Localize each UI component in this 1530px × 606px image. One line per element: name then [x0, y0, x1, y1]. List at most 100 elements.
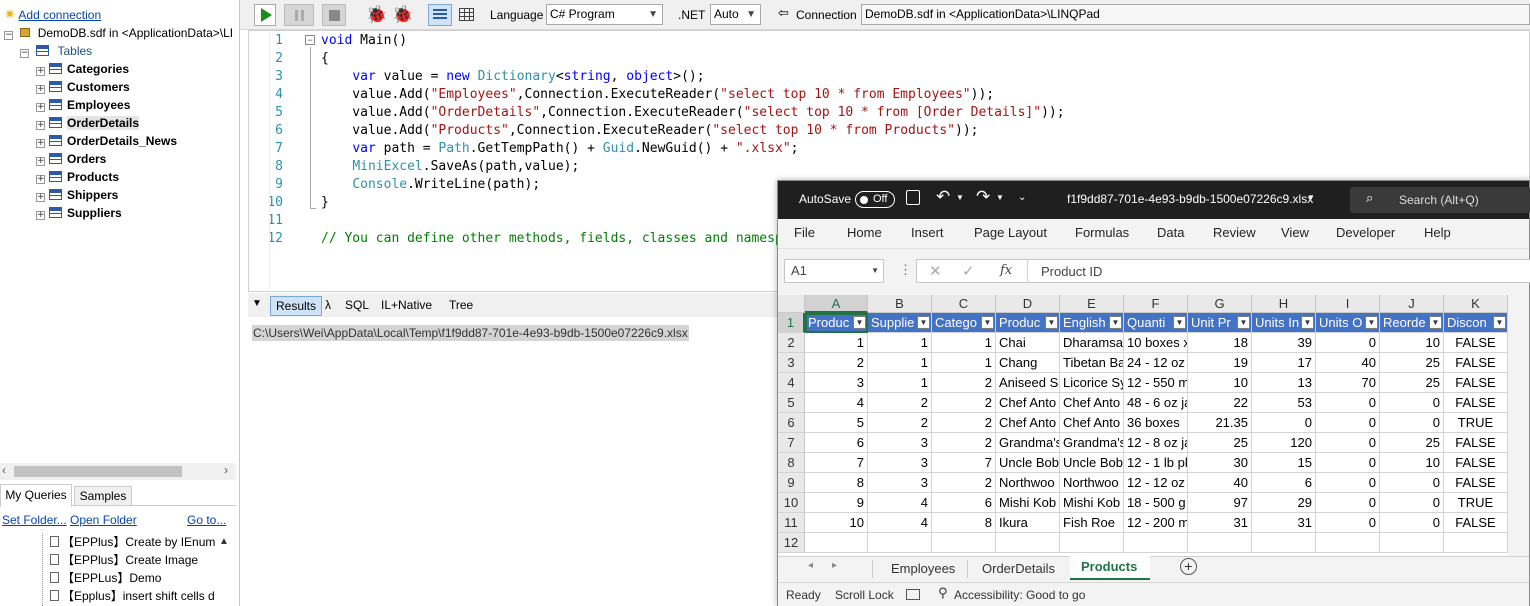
table-cell[interactable]: 0 — [1380, 493, 1444, 513]
table-cell[interactable]: 48 - 6 oz ja — [1124, 393, 1188, 413]
collapse-results-icon[interactable]: ▼ — [252, 298, 262, 309]
table-cell[interactable]: 2 — [932, 413, 996, 433]
header-cell[interactable]: Produc ▼ — [996, 313, 1060, 333]
table-cell[interactable]: 0 — [1316, 433, 1380, 453]
filter-dropdown-icon[interactable]: ▼ — [1173, 316, 1186, 329]
table-cell[interactable]: Northwoo — [996, 473, 1060, 493]
scroll-up-icon[interactable]: ▲ — [219, 536, 229, 547]
fold-toggle-icon[interactable]: − — [305, 35, 315, 45]
row-header[interactable]: 1 — [778, 313, 805, 333]
set-folder-link[interactable]: Set Folder... — [2, 513, 67, 527]
table-cell[interactable]: 25 — [1380, 433, 1444, 453]
scroll-right-icon[interactable]: › — [224, 463, 228, 477]
pause-button[interactable] — [284, 4, 314, 26]
net-select[interactable]: Auto ▼ — [710, 4, 761, 25]
table-cell[interactable]: 12 - 550 m — [1124, 373, 1188, 393]
table-cell[interactable]: Ikura — [996, 513, 1060, 533]
customize-toolbar-icon[interactable]: ⌄ — [1018, 192, 1026, 203]
more-options-icon[interactable]: ⋮ — [899, 262, 912, 278]
empty-cell[interactable] — [1060, 533, 1124, 553]
redo-icon[interactable]: ↷ — [976, 187, 990, 207]
table-cell[interactable]: FALSE — [1444, 353, 1508, 373]
filter-dropdown-icon[interactable]: ▼ — [853, 316, 866, 329]
query-item[interactable]: 【EPPLus】Demo — [50, 569, 215, 587]
filter-dropdown-icon[interactable]: ▼ — [1301, 316, 1314, 329]
table-cell[interactable]: Licorice Sy — [1060, 373, 1124, 393]
row-header[interactable]: 8 — [778, 453, 805, 473]
table-cell[interactable]: 31 — [1188, 513, 1252, 533]
table-cell[interactable]: 10 — [805, 513, 868, 533]
table-cell[interactable]: 31 — [1252, 513, 1316, 533]
table-cell[interactable]: 13 — [1252, 373, 1316, 393]
table-node[interactable]: + Products — [36, 168, 119, 186]
menu-help[interactable]: Help — [1424, 225, 1451, 240]
table-cell[interactable]: 0 — [1316, 393, 1380, 413]
file-name[interactable]: f1f9dd87-701e-4e93-b9db-1500e07226c9.xls… — [1067, 192, 1313, 206]
table-cell[interactable]: 18 — [1188, 333, 1252, 353]
add-sheet-icon[interactable]: + — [1180, 558, 1197, 575]
menu-home[interactable]: Home — [847, 225, 882, 240]
table-cell[interactable]: 1 — [932, 353, 996, 373]
header-cell[interactable]: Produc ▼ — [805, 313, 868, 333]
table-cell[interactable]: Dharamsa — [1060, 333, 1124, 353]
tab-samples[interactable]: Samples — [74, 486, 132, 506]
column-header[interactable]: I — [1316, 295, 1380, 313]
empty-cell[interactable] — [1188, 533, 1252, 553]
row-header[interactable]: 12 — [778, 533, 805, 553]
table-cell[interactable]: 19 — [1188, 353, 1252, 373]
expand-icon[interactable]: + — [36, 193, 45, 202]
sheet-tab-orderdetails[interactable]: OrderDetails — [982, 559, 1055, 579]
chevron-down-icon[interactable]: ▼ — [956, 193, 964, 202]
expand-icon[interactable]: + — [36, 85, 45, 94]
menu-review[interactable]: Review — [1213, 225, 1256, 240]
scroll-left-icon[interactable]: ‹ — [2, 463, 6, 477]
table-cell[interactable]: 0 — [1316, 413, 1380, 433]
status-accessibility[interactable]: Accessibility: Good to go — [954, 588, 1085, 602]
table-cell[interactable]: FALSE — [1444, 453, 1508, 473]
table-cell[interactable]: 3 — [868, 453, 932, 473]
table-cell[interactable]: 2 — [805, 353, 868, 373]
accessibility-icon[interactable]: ⚲ — [938, 586, 948, 601]
filter-dropdown-icon[interactable]: ▼ — [981, 316, 994, 329]
menu-page-layout[interactable]: Page Layout — [974, 225, 1047, 240]
table-node[interactable]: + Customers — [36, 78, 130, 96]
row-header[interactable]: 11 — [778, 513, 805, 533]
table-cell[interactable]: 1 — [868, 373, 932, 393]
table-cell[interactable]: 1 — [868, 333, 932, 353]
table-cell[interactable]: 0 — [1316, 513, 1380, 533]
menu-data[interactable]: Data — [1157, 225, 1184, 240]
expand-icon[interactable]: + — [36, 121, 45, 130]
row-header[interactable]: 7 — [778, 433, 805, 453]
table-cell[interactable]: 4 — [868, 513, 932, 533]
table-cell[interactable]: 1 — [868, 353, 932, 373]
expand-icon[interactable]: + — [36, 67, 45, 76]
row-header[interactable]: 5 — [778, 393, 805, 413]
table-node[interactable]: + Shippers — [36, 186, 118, 204]
column-header[interactable]: K — [1444, 295, 1508, 313]
connection-select[interactable]: DemoDB.sdf in <ApplicationData>\LINQPad — [861, 4, 1530, 25]
empty-cell[interactable] — [805, 533, 868, 553]
next-sheet-icon[interactable]: ▸ — [832, 560, 837, 571]
table-cell[interactable]: 2 — [868, 393, 932, 413]
table-cell[interactable]: 36 boxes — [1124, 413, 1188, 433]
table-cell[interactable]: 0 — [1316, 473, 1380, 493]
tree-horizontal-scrollbar[interactable]: ‹ › — [0, 463, 236, 480]
column-header[interactable]: J — [1380, 295, 1444, 313]
row-header[interactable]: 2 — [778, 333, 805, 353]
table-cell[interactable]: 25 — [1380, 353, 1444, 373]
header-cell[interactable]: Catego ▼ — [932, 313, 996, 333]
expand-icon[interactable]: + — [36, 211, 45, 220]
formula-value[interactable]: Product ID — [1041, 264, 1102, 279]
column-header[interactable]: G — [1188, 295, 1252, 313]
query-item[interactable]: 【EPPlus】Create Image — [50, 551, 215, 569]
tab-lambda[interactable]: λ — [320, 296, 336, 316]
table-node[interactable]: + OrderDetails_News — [36, 132, 177, 150]
add-connection-link[interactable]: Add connection — [18, 8, 101, 22]
expand-icon[interactable]: + — [36, 157, 45, 166]
filter-dropdown-icon[interactable]: ▼ — [1109, 316, 1122, 329]
table-cell[interactable]: 0 — [1380, 513, 1444, 533]
table-cell[interactable]: 6 — [1252, 473, 1316, 493]
table-cell[interactable]: 6 — [805, 433, 868, 453]
header-cell[interactable]: Quanti ▼ — [1124, 313, 1188, 333]
table-cell[interactable]: 8 — [805, 473, 868, 493]
